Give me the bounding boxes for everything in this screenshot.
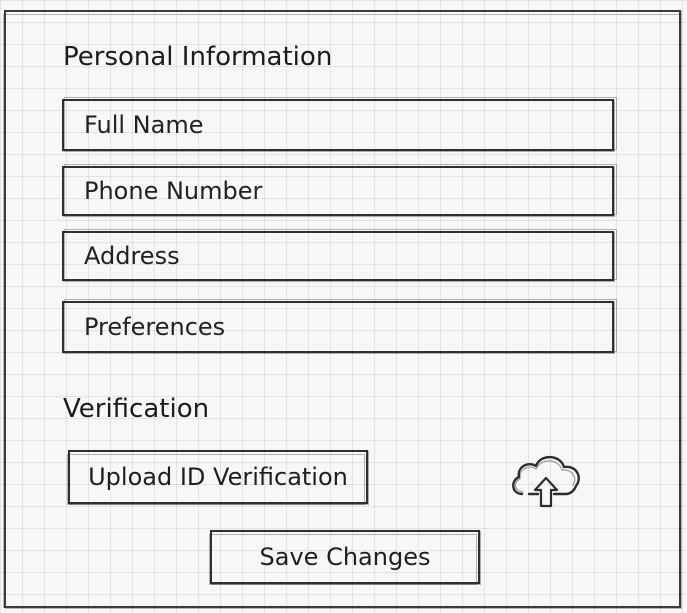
address-field-wrapper (62, 229, 617, 281)
preferences-input[interactable] (62, 301, 614, 353)
save-changes-button[interactable]: Save Changes (209, 530, 480, 585)
phone-number-field-wrapper (62, 164, 617, 216)
preferences-field-wrapper (62, 299, 617, 353)
cloud-upload-icon[interactable] (508, 450, 584, 508)
verification-heading: Verification (63, 394, 210, 424)
personal-information-heading: Personal Information (63, 42, 333, 72)
full-name-field-wrapper (62, 97, 617, 151)
full-name-input[interactable] (62, 99, 614, 151)
upload-id-verification-button[interactable]: Upload ID Verification (67, 450, 368, 505)
address-input[interactable] (62, 231, 614, 281)
phone-number-input[interactable] (62, 166, 614, 216)
